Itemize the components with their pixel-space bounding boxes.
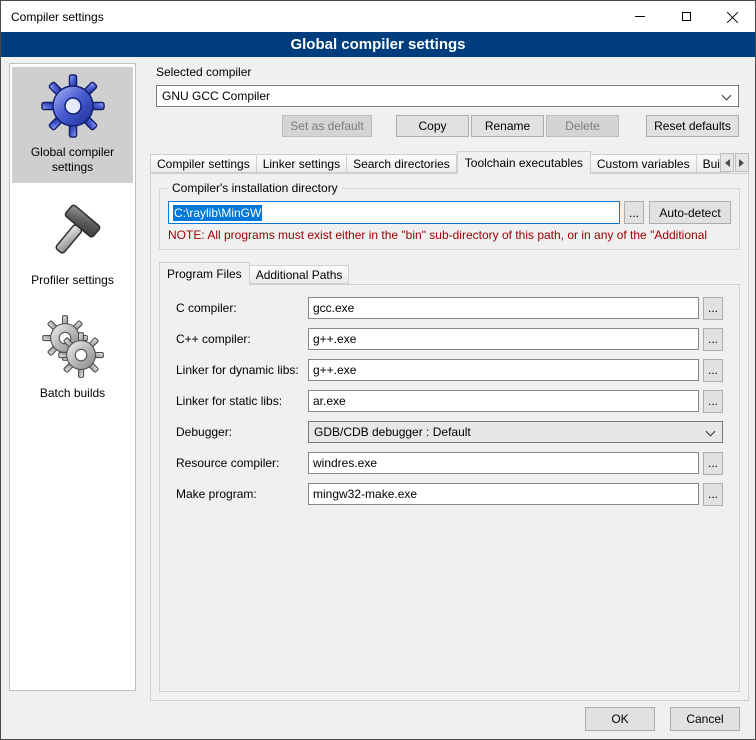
program-files-panel: C compiler: gcc.exe ... C++ compiler: g+…	[159, 284, 740, 692]
install-dir-value: C:\raylib\MinGW	[173, 205, 262, 221]
subtab-program-files[interactable]: Program Files	[159, 262, 250, 285]
left-arrow-icon	[721, 159, 730, 167]
sidebar-item-profiler-settings[interactable]: Profiler settings	[12, 195, 133, 296]
sidebar-item-global-compiler-settings[interactable]: Global compiler settings	[12, 67, 133, 183]
right-arrow-icon	[739, 159, 748, 167]
compiler-select[interactable]: GNU GCC Compiler	[156, 85, 739, 107]
form-row-resource-compiler: Resource compiler: windres.exe ...	[176, 452, 723, 474]
maximize-icon	[682, 12, 691, 21]
cpp-compiler-value: g++.exe	[313, 332, 356, 346]
install-dir-groupbox: Compiler's installation directory C:\ray…	[159, 188, 740, 250]
dialog-footer: OK Cancel	[585, 707, 740, 731]
dynamic-linker-input[interactable]: g++.exe	[308, 359, 699, 381]
tab-strip: Compiler settings Linker settings Search…	[150, 151, 749, 173]
dialog-banner: Global compiler settings	[1, 32, 755, 57]
sidebar: Global compiler settings Profiler settin…	[9, 63, 136, 691]
install-dir-browse-button[interactable]: ...	[624, 201, 644, 224]
install-dir-note: NOTE: All programs must exist either in …	[168, 228, 731, 244]
sidebar-item-label: Profiler settings	[31, 273, 114, 288]
form-row-dynamic-linker: Linker for dynamic libs: g++.exe ...	[176, 359, 723, 381]
resource-compiler-input[interactable]: windres.exe	[308, 452, 699, 474]
static-linker-input[interactable]: ar.exe	[308, 390, 699, 412]
window-title: Compiler settings	[1, 10, 104, 24]
make-program-browse-button[interactable]: ...	[703, 483, 723, 506]
toolchain-executables-panel: Compiler's installation directory C:\ray…	[150, 173, 749, 701]
resource-compiler-browse-button[interactable]: ...	[703, 452, 723, 475]
set-as-default-button[interactable]: Set as default	[282, 115, 372, 137]
static-linker-browse-button[interactable]: ...	[703, 390, 723, 413]
cpp-compiler-input[interactable]: g++.exe	[308, 328, 699, 350]
main-content: Selected compiler GNU GCC Compiler Set a…	[146, 63, 749, 701]
chevron-down-icon	[704, 425, 718, 439]
tab-custom-variables[interactable]: Custom variables	[591, 154, 697, 173]
tab-scrollers	[719, 153, 749, 172]
tab-search-directories[interactable]: Search directories	[347, 154, 457, 173]
auto-detect-button[interactable]: Auto-detect	[649, 201, 731, 224]
profiler-hammer-icon	[41, 202, 105, 266]
form-row-c-compiler: C compiler: gcc.exe ...	[176, 297, 723, 319]
copy-button[interactable]: Copy	[396, 115, 469, 137]
gear-icon	[41, 74, 105, 138]
tab-compiler-settings[interactable]: Compiler settings	[150, 154, 257, 173]
form-row-static-linker: Linker for static libs: ar.exe ...	[176, 390, 723, 412]
minimize-icon	[635, 16, 645, 17]
make-program-input[interactable]: mingw32-make.exe	[308, 483, 699, 505]
make-program-label: Make program:	[176, 487, 308, 501]
c-compiler-value: gcc.exe	[313, 301, 354, 315]
debugger-value: GDB/CDB debugger : Default	[314, 425, 704, 439]
c-compiler-browse-button[interactable]: ...	[703, 297, 723, 320]
form-row-make-program: Make program: mingw32-make.exe ...	[176, 483, 723, 505]
subtab-strip: Program Files Additional Paths	[159, 262, 740, 284]
debugger-select[interactable]: GDB/CDB debugger : Default	[308, 421, 723, 443]
close-icon	[726, 11, 738, 23]
dynamic-linker-value: g++.exe	[313, 363, 356, 377]
tab-linker-settings[interactable]: Linker settings	[257, 154, 347, 173]
subtab-additional-paths[interactable]: Additional Paths	[250, 265, 350, 284]
chevron-down-icon	[720, 89, 734, 103]
ok-button[interactable]: OK	[585, 707, 655, 731]
form-row-cpp-compiler: C++ compiler: g++.exe ...	[176, 328, 723, 350]
delete-button[interactable]: Delete	[546, 115, 619, 137]
resource-compiler-value: windres.exe	[313, 456, 377, 470]
cpp-compiler-browse-button[interactable]: ...	[703, 328, 723, 351]
dynamic-linker-label: Linker for dynamic libs:	[176, 363, 308, 377]
sidebar-item-label: Global compiler settings	[16, 145, 129, 175]
tab-scroll-right-button[interactable]	[735, 153, 749, 172]
install-dir-group-label: Compiler's installation directory	[168, 181, 342, 195]
compiler-select-value: GNU GCC Compiler	[162, 89, 720, 103]
cpp-compiler-label: C++ compiler:	[176, 332, 308, 346]
selected-compiler-label: Selected compiler	[156, 65, 749, 81]
make-program-value: mingw32-make.exe	[313, 487, 417, 501]
static-linker-value: ar.exe	[313, 394, 346, 408]
c-compiler-input[interactable]: gcc.exe	[308, 297, 699, 319]
install-dir-row: C:\raylib\MinGW ... Auto-detect	[168, 201, 731, 224]
cancel-button[interactable]: Cancel	[670, 707, 740, 731]
debugger-label: Debugger:	[176, 425, 308, 439]
install-dir-input[interactable]: C:\raylib\MinGW	[168, 201, 620, 224]
c-compiler-label: C compiler:	[176, 301, 308, 315]
tab-toolchain-executables[interactable]: Toolchain executables	[457, 151, 591, 174]
compiler-actions: Set as default Copy Rename Delete Reset …	[146, 115, 739, 137]
static-linker-label: Linker for static libs:	[176, 394, 308, 408]
resource-compiler-label: Resource compiler:	[176, 456, 308, 470]
reset-defaults-button[interactable]: Reset defaults	[646, 115, 739, 137]
sidebar-item-label: Batch builds	[40, 386, 105, 401]
minimize-button[interactable]	[617, 1, 663, 32]
tab-scroll-left-button[interactable]	[720, 153, 734, 172]
page-title: Global compiler settings	[290, 36, 465, 53]
rename-button[interactable]: Rename	[471, 115, 544, 137]
form-row-debugger: Debugger: GDB/CDB debugger : Default	[176, 421, 723, 443]
sidebar-item-batch-builds[interactable]: Batch builds	[12, 308, 133, 409]
caption-buttons	[617, 1, 755, 32]
dynamic-linker-browse-button[interactable]: ...	[703, 359, 723, 382]
close-button[interactable]	[709, 1, 755, 32]
titlebar: Compiler settings	[1, 1, 755, 32]
maximize-button[interactable]	[663, 1, 709, 32]
gears-stack-icon	[41, 315, 105, 379]
compiler-settings-window: Compiler settings Global compiler settin…	[0, 0, 756, 740]
